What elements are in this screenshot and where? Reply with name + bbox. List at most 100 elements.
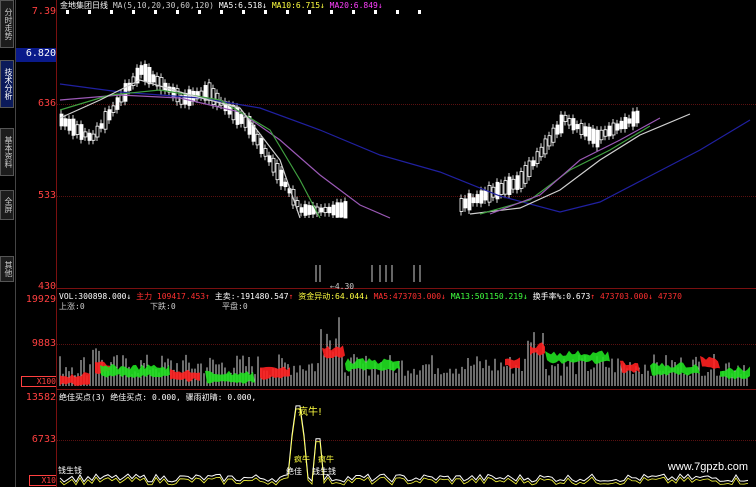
candle-body [323, 206, 328, 214]
candle-body [491, 186, 496, 198]
candle-body [59, 113, 64, 127]
candle-body [71, 118, 76, 136]
candle-body [79, 124, 84, 140]
candle-body [263, 148, 268, 157]
signal-marker [352, 10, 355, 14]
ma120-line [59, 83, 751, 213]
candle-body [487, 185, 492, 203]
candle-body [607, 125, 612, 137]
candle-body [623, 117, 628, 129]
candle-body [87, 132, 92, 141]
candle-body [603, 129, 608, 137]
candle-body [95, 125, 100, 138]
annotation-fengniu-2: 疯牛 [318, 455, 334, 464]
candle-body [243, 116, 248, 128]
signal-marker [418, 10, 421, 14]
candle-body [571, 118, 576, 131]
candle-body [507, 176, 512, 195]
ma-right-2 [479, 125, 651, 215]
candle-body [531, 160, 536, 167]
candle-body [547, 135, 552, 147]
candle-body [255, 133, 260, 146]
annotation-fengniu-1: 疯牛 [294, 455, 310, 464]
candle-body [471, 197, 476, 204]
candle-body [67, 118, 72, 131]
candle-body [599, 129, 604, 141]
candle-body [559, 114, 564, 134]
candle-body [303, 204, 308, 216]
candle-body [467, 193, 472, 211]
candle-body [499, 183, 504, 195]
candle-body [615, 123, 620, 131]
candle-body [267, 155, 272, 163]
candle-body [523, 165, 528, 184]
candle-body [619, 120, 624, 130]
candle-body [91, 133, 96, 141]
candle-body [579, 122, 584, 136]
candle-body [483, 190, 488, 201]
candle-body [539, 146, 544, 158]
candle-body [107, 109, 112, 121]
candle-body [83, 131, 88, 138]
candle-body [575, 124, 580, 130]
candle-body [503, 180, 508, 195]
signal-marker [396, 10, 399, 14]
candle-body [111, 105, 116, 113]
annotation-qianshengqian-2: 钱生钱 [58, 466, 82, 475]
candle-body [279, 169, 284, 187]
main-force-up-area [530, 342, 545, 356]
candle-body [495, 181, 500, 200]
candle-body [139, 65, 144, 75]
candle-body [103, 111, 108, 130]
candle-body [115, 97, 120, 110]
candle-body [99, 123, 104, 129]
main-force-down-area [720, 366, 750, 380]
candle-body [563, 114, 568, 122]
main-force-up-area [322, 345, 345, 359]
candle-body [63, 118, 68, 127]
annotation-fengniu-main: 疯牛! [298, 407, 323, 418]
signal-marker [176, 10, 179, 14]
candle-body [611, 122, 616, 136]
ma30-line [59, 89, 321, 219]
candle-body [307, 205, 312, 215]
signal-marker [110, 10, 113, 14]
candle-body [595, 129, 600, 148]
signal-marker [198, 10, 201, 14]
low-price-marker: ←4.30 [330, 282, 355, 291]
candle-body [319, 207, 324, 213]
signal-marker [286, 10, 289, 14]
candle-body [591, 128, 596, 144]
candle-body [519, 171, 524, 189]
candle-body [543, 138, 548, 155]
candle-body [479, 190, 484, 204]
indicator-line [59, 405, 749, 483]
candle-body [143, 63, 148, 82]
candle-body [259, 138, 264, 154]
candle-body [459, 198, 464, 212]
candle-body [527, 160, 532, 178]
signal-marker [330, 10, 333, 14]
candle-body [299, 207, 304, 213]
annotation-juejia-1: 绝佳 [286, 467, 302, 476]
candle-body [535, 151, 540, 164]
signal-marker [374, 10, 377, 14]
annotation-qianshengqian-1: 钱生钱 [312, 467, 336, 476]
candle-body [239, 114, 244, 124]
main-force-down-area [545, 350, 610, 364]
watermark: www.7gpzb.com [667, 461, 748, 473]
candle-body [295, 200, 300, 208]
signal-marker [132, 10, 135, 14]
candle-body [343, 201, 348, 219]
main-force-up-area [60, 372, 90, 386]
candle-body [551, 127, 556, 143]
signal-marker [242, 10, 245, 14]
candle-body [511, 178, 516, 190]
signal-marker [154, 10, 157, 14]
candle-body [271, 157, 276, 173]
candle-body [331, 204, 336, 216]
signal-marker [220, 10, 223, 14]
candle-body [631, 111, 636, 127]
candle-body [211, 88, 216, 106]
candle-body [515, 175, 520, 190]
